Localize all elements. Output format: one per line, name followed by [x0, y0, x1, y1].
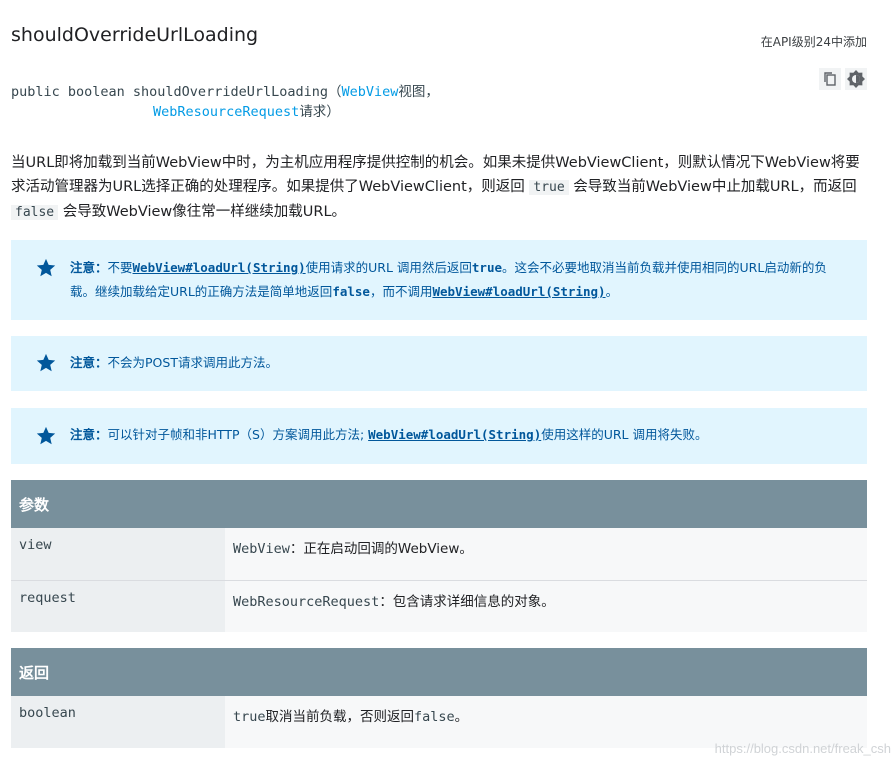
- note-callout: 注意：可以针对子帧和非HTTP（S）方案调用此方法; WebView#loadU…: [11, 408, 867, 464]
- param-description: WebResourceRequest：包含请求详细信息的对象。: [225, 581, 867, 632]
- loadurl-link[interactable]: WebView#loadUrl(String): [432, 284, 605, 299]
- parameters-header: 参数: [11, 480, 867, 528]
- returns-header: 返回: [11, 648, 867, 696]
- parameters-table: 参数 view WebView：正在启动回调的WebView。 request …: [11, 480, 867, 632]
- note-text: 注意：可以针对子帧和非HTTP（S）方案调用此方法; WebView#loadU…: [70, 427, 708, 442]
- note-label: 注意：: [70, 260, 108, 275]
- method-description: 当URL即将加载到当前WebView中时，为主机应用程序提供控制的机会。如果未提…: [11, 155, 860, 220]
- loadurl-link[interactable]: WebView#loadUrl(String): [133, 260, 306, 275]
- param1-name: 视图: [398, 84, 426, 100]
- loadurl-link[interactable]: WebView#loadUrl(String): [368, 427, 541, 442]
- doc-page: shouldOverrideUrlLoading 在API级别24中添加 pub…: [0, 0, 893, 764]
- return-type: boolean: [11, 696, 225, 748]
- code-false: false: [11, 205, 59, 220]
- returns-table: 返回 boolean true取消当前负载，否则返回false。: [11, 648, 867, 748]
- star-icon: [36, 353, 56, 372]
- note-label: 注意：: [70, 355, 108, 370]
- code-true: true: [529, 180, 569, 195]
- signature-close-paren: ）: [326, 104, 340, 120]
- method-title: shouldOverrideUrlLoading: [11, 24, 259, 46]
- webview-type-link[interactable]: WebView: [341, 84, 398, 100]
- note-text: 注意：不会为POST请求调用此方法。: [70, 355, 278, 370]
- star-icon: [36, 426, 56, 445]
- copy-button[interactable]: [819, 68, 841, 90]
- note-callout: 注意：不会为POST请求调用此方法。: [11, 336, 867, 391]
- brightness-icon: [847, 70, 865, 88]
- signature-open-paren: （: [327, 84, 342, 100]
- param-name: request: [11, 581, 225, 632]
- dark-theme-button[interactable]: [845, 68, 867, 90]
- note-callout: 注意：不要WebView#loadUrl(String)使用请求的URL 调用然…: [11, 240, 867, 320]
- watermark: https://blog.csdn.net/freak_csh: [714, 741, 891, 756]
- signature-prefix: public boolean shouldOverrideUrlLoading: [11, 84, 328, 100]
- note-text: 注意：不要WebView#loadUrl(String)使用请求的URL 调用然…: [70, 260, 827, 299]
- signature-comma: ，: [425, 84, 439, 100]
- method-signature: public boolean shouldOverrideUrlLoading（…: [11, 82, 439, 122]
- api-level-label: 在API级别24中添加: [760, 35, 867, 49]
- star-icon: [36, 258, 56, 277]
- param-name: view: [11, 528, 225, 580]
- copy-icon: [824, 72, 836, 86]
- table-row: view WebView：正在启动回调的WebView。: [11, 528, 867, 581]
- param2-name: 请求: [299, 104, 327, 120]
- param-description: WebView：正在启动回调的WebView。: [225, 528, 867, 580]
- note-label: 注意：: [70, 427, 108, 442]
- table-row: request WebResourceRequest：包含请求详细信息的对象。: [11, 581, 867, 632]
- code-toolbar: [819, 68, 867, 90]
- webresourcerequest-type-link[interactable]: WebResourceRequest: [153, 104, 299, 120]
